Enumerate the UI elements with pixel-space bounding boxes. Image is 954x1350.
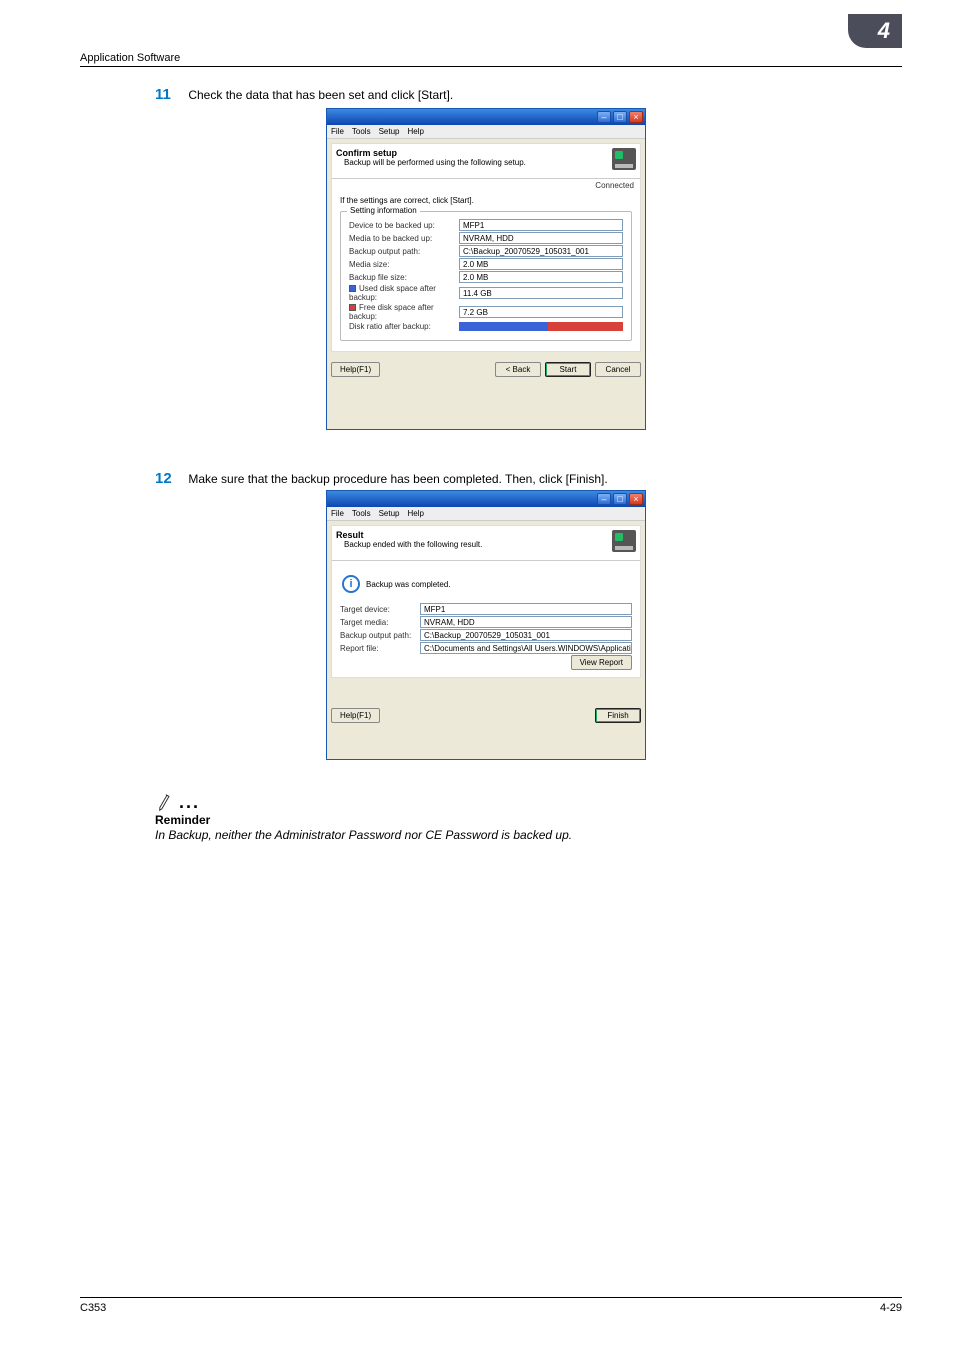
setting-fieldset: Setting information Device to be backed … bbox=[340, 211, 632, 341]
dialog-subtitle: Backup will be performed using the follo… bbox=[336, 158, 526, 167]
footer-right: 4-29 bbox=[880, 1302, 902, 1314]
device-icon bbox=[612, 148, 636, 170]
blue-square-icon bbox=[349, 285, 356, 292]
info-icon: i bbox=[342, 575, 360, 593]
path-field: C:\Backup_20070529_105031_001 bbox=[459, 245, 623, 257]
target-media-label: Target media: bbox=[340, 618, 420, 627]
help-button[interactable]: Help(F1) bbox=[331, 708, 380, 723]
titlebar: – □ × bbox=[327, 491, 645, 507]
menu-setup[interactable]: Setup bbox=[379, 509, 400, 518]
back-button[interactable]: < Back bbox=[495, 362, 541, 377]
menu-setup[interactable]: Setup bbox=[379, 127, 400, 136]
path-label: Backup output path: bbox=[349, 247, 459, 256]
fsize-label: Backup file size: bbox=[349, 273, 459, 282]
maximize-button[interactable]: □ bbox=[613, 111, 627, 123]
output-path-field: C:\Backup_20070529_105031_001 bbox=[420, 629, 632, 641]
completed-text: Backup was completed. bbox=[366, 580, 451, 589]
ratio-label: Disk ratio after backup: bbox=[349, 322, 459, 331]
minimize-button[interactable]: – bbox=[597, 111, 611, 123]
free-label: Free disk space after backup: bbox=[349, 303, 459, 321]
reminder-text: In Backup, neither the Administrator Pas… bbox=[155, 828, 834, 842]
target-device-label: Target device: bbox=[340, 605, 420, 614]
chapter-number: 4 bbox=[848, 14, 902, 48]
red-square-icon bbox=[349, 304, 356, 311]
used-label: Used disk space after backup: bbox=[349, 284, 459, 302]
close-button[interactable]: × bbox=[629, 493, 643, 505]
report-file-label: Report file: bbox=[340, 644, 420, 653]
cancel-button[interactable]: Cancel bbox=[595, 362, 641, 377]
close-button[interactable]: × bbox=[629, 111, 643, 123]
dialog-title: Confirm setup bbox=[336, 148, 526, 158]
finish-button[interactable]: Finish bbox=[595, 708, 641, 723]
fieldset-legend: Setting information bbox=[347, 206, 420, 215]
dialog-subtitle: Backup ended with the following result. bbox=[336, 540, 482, 549]
footer-left: C353 bbox=[80, 1302, 106, 1314]
report-file-field: C:\Documents and Settings\All Users.WIND… bbox=[420, 642, 632, 654]
msize-field: 2.0 MB bbox=[459, 258, 623, 270]
pencil-icon bbox=[153, 789, 177, 813]
section-title: Application Software bbox=[80, 52, 180, 64]
ellipsis-icon: ... bbox=[179, 792, 200, 813]
step-text-12: Make sure that the backup procedure has … bbox=[188, 472, 607, 486]
device-label: Device to be backed up: bbox=[349, 221, 459, 230]
menu-file[interactable]: File bbox=[331, 127, 344, 136]
instruction-text: If the settings are correct, click [Star… bbox=[340, 196, 632, 205]
menu-bar: File Tools Setup Help bbox=[327, 125, 645, 139]
step-number-12: 12 bbox=[155, 470, 185, 487]
step-12: 12 Make sure that the backup procedure h… bbox=[155, 470, 874, 487]
menu-bar: File Tools Setup Help bbox=[327, 507, 645, 521]
dialog-title: Result bbox=[336, 530, 482, 540]
device-field: MFP1 bbox=[459, 219, 623, 231]
maximize-button[interactable]: □ bbox=[613, 493, 627, 505]
menu-help[interactable]: Help bbox=[407, 509, 423, 518]
msize-label: Media size: bbox=[349, 260, 459, 269]
step-number-11: 11 bbox=[155, 86, 185, 103]
device-icon bbox=[612, 530, 636, 552]
reminder-note: ... Reminder In Backup, neither the Admi… bbox=[155, 790, 834, 842]
menu-tools[interactable]: Tools bbox=[352, 127, 371, 136]
used-field: 11.4 GB bbox=[459, 287, 623, 299]
confirm-setup-dialog: – □ × File Tools Setup Help Confirm setu… bbox=[326, 108, 646, 430]
target-device-field: MFP1 bbox=[420, 603, 632, 615]
step-11: 11 Check the data that has been set and … bbox=[155, 86, 874, 103]
media-label: Media to be backed up: bbox=[349, 234, 459, 243]
menu-help[interactable]: Help bbox=[407, 127, 423, 136]
target-media-field: NVRAM, HDD bbox=[420, 616, 632, 628]
reminder-label: Reminder bbox=[155, 813, 834, 827]
result-dialog: – □ × File Tools Setup Help Result Backu… bbox=[326, 490, 646, 760]
menu-file[interactable]: File bbox=[331, 509, 344, 518]
view-report-button[interactable]: View Report bbox=[571, 655, 632, 670]
menu-tools[interactable]: Tools bbox=[352, 509, 371, 518]
help-button[interactable]: Help(F1) bbox=[331, 362, 380, 377]
connection-status: Connected bbox=[332, 179, 640, 190]
step-text-11: Check the data that has been set and cli… bbox=[188, 88, 453, 102]
free-field: 7.2 GB bbox=[459, 306, 623, 318]
fsize-field: 2.0 MB bbox=[459, 271, 623, 283]
titlebar: – □ × bbox=[327, 109, 645, 125]
output-path-label: Backup output path: bbox=[340, 631, 420, 640]
start-button[interactable]: Start bbox=[545, 362, 591, 377]
minimize-button[interactable]: – bbox=[597, 493, 611, 505]
ratio-bar bbox=[459, 322, 623, 331]
media-field: NVRAM, HDD bbox=[459, 232, 623, 244]
